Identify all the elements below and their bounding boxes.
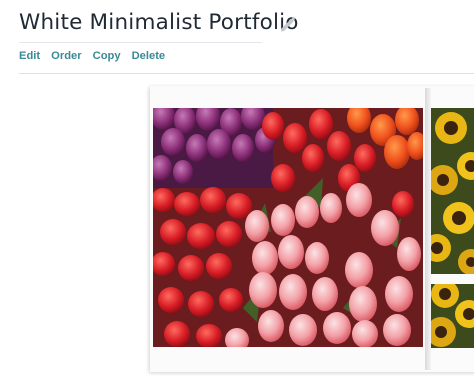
sunflowers-image-top xyxy=(431,108,474,274)
copy-button[interactable]: Copy xyxy=(93,50,121,62)
sunflowers-photo-top[interactable] xyxy=(431,108,474,274)
title-row: White Minimalist Portfolio xyxy=(19,10,304,40)
page-title[interactable]: White Minimalist Portfolio xyxy=(19,10,299,35)
pencil-icon[interactable] xyxy=(278,14,298,34)
title-underline xyxy=(19,42,262,43)
sunflowers-image-bottom xyxy=(431,284,474,348)
sunflowers-photo-bottom[interactable] xyxy=(431,284,474,348)
edit-button[interactable]: Edit xyxy=(19,50,40,62)
page-fold xyxy=(425,88,431,370)
action-bar: Edit Order Copy Delete xyxy=(19,50,176,62)
delete-button[interactable]: Delete xyxy=(132,50,166,62)
order-button[interactable]: Order xyxy=(51,50,81,62)
tulips-image xyxy=(153,108,423,347)
tulips-photo[interactable] xyxy=(153,108,423,347)
